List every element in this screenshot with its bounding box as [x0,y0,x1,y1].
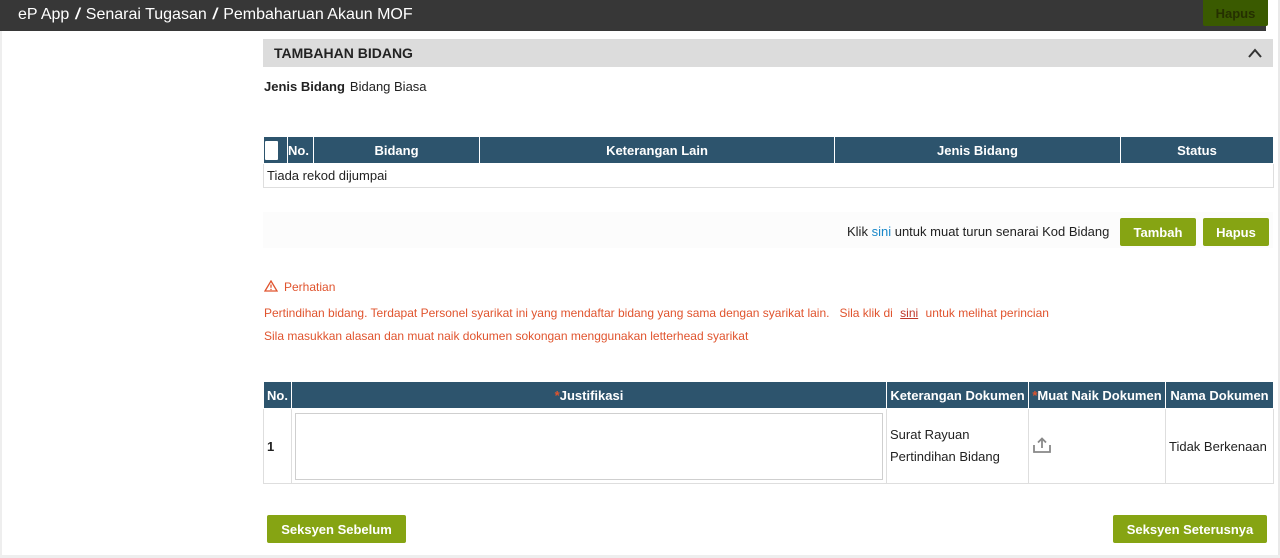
col-justifikasi: *Justifikasi [291,381,887,409]
nama-dokumen-cell: Tidak Berkenaan [1165,408,1274,484]
col-bidang: Bidang [313,136,480,164]
col-status: Status [1120,136,1274,164]
table-row: 1 Surat Rayuan Pertindihan Bidang Tidak … [263,408,1274,484]
chevron-up-icon[interactable] [1247,46,1263,60]
warning-line-1: Pertindihan bidang. Terdapat Personel sy… [264,306,1049,320]
breadcrumb-task-list[interactable]: Senarai Tugasan [86,6,207,23]
perincian-link[interactable]: sini [900,306,918,320]
warning-line-1-post: untuk melihat perincian [925,306,1049,320]
col-muat-naik-label: Muat Naik Dokumen [1037,387,1162,403]
justifikasi-table: No. *Justifikasi Keterangan Dokumen *Mua… [263,381,1274,484]
top-bar: eP App / Senarai Tugasan / Pembaharuan Akaun… [0,0,1268,31]
table-row: Tiada rekod dijumpai [263,163,1274,188]
next-section-button[interactable]: Seksyen Seterusnya [1113,515,1267,543]
download-hint-pre: Klik [847,224,868,239]
panel-header-tambahan-bidang[interactable]: TAMBAHAN BIDANG [263,39,1273,67]
bidang-table-header: No. Bidang Keterangan Lain Jenis Bidang … [263,136,1274,164]
row-no: 1 [263,408,292,484]
empty-row-text: Tiada rekod dijumpai [263,163,1274,188]
upload-cell [1028,408,1166,484]
breadcrumb-current: Pembaharuan Akaun MOF [223,6,413,23]
frame-left [0,31,2,558]
warning-line-1-text: Pertindihan bidang. Terdapat Personel sy… [264,306,893,320]
download-link[interactable]: sini [872,224,892,239]
tambah-button[interactable]: Tambah [1120,218,1196,246]
col-no: No. [263,381,292,409]
warning-header: Perhatian [264,280,335,294]
col-no: No. [287,136,314,164]
download-hint-post: untuk muat turun senarai Kod Bidang [894,224,1110,239]
panel-title: TAMBAHAN BIDANG [274,45,413,61]
justifikasi-table-header: No. *Justifikasi Keterangan Dokumen *Mua… [263,381,1274,409]
bidang-table: No. Bidang Keterangan Lain Jenis Bidang … [263,136,1274,188]
jenis-bidang-row: Jenis Bidang Bidang Biasa [264,79,427,94]
justifikasi-input[interactable] [295,412,883,480]
jenis-bidang-value: Bidang Biasa [349,79,427,94]
upload-icon[interactable] [1032,436,1052,454]
breadcrumb-app[interactable]: eP App [18,6,69,23]
select-all-checkbox[interactable] [265,140,278,160]
warning-title: Perhatian [284,280,336,294]
warning-triangle-icon [264,280,278,292]
top-delete-button[interactable]: Hapus [1203,0,1268,26]
col-nama-dokumen: Nama Dokumen [1165,381,1274,409]
justifikasi-cell [291,408,887,484]
col-keterangan-lain: Keterangan Lain [479,136,835,164]
select-all-cell [263,136,288,164]
breadcrumb-separator: / [75,6,80,23]
col-muat-naik: *Muat Naik Dokumen [1028,381,1166,409]
breadcrumb-separator: / [212,6,218,23]
hapus-button[interactable]: Hapus [1203,218,1269,246]
download-hint: Klik sini untuk muat turun senarai Kod B… [847,224,1109,239]
col-justifikasi-label: Justifikasi [559,387,624,403]
previous-section-button[interactable]: Seksyen Sebelum [267,515,406,543]
jenis-bidang-label: Jenis Bidang [264,79,345,94]
keterangan-dokumen-cell: Surat Rayuan Pertindihan Bidang [886,408,1029,484]
warning-line-2: Sila masukkan alasan dan muat naik dokum… [264,329,749,343]
breadcrumb: eP App / Senarai Tugasan / Pembaharuan Akaun… [18,6,413,24]
col-jenis-bidang: Jenis Bidang [834,136,1121,164]
col-keterangan-dokumen: Keterangan Dokumen [886,381,1029,409]
